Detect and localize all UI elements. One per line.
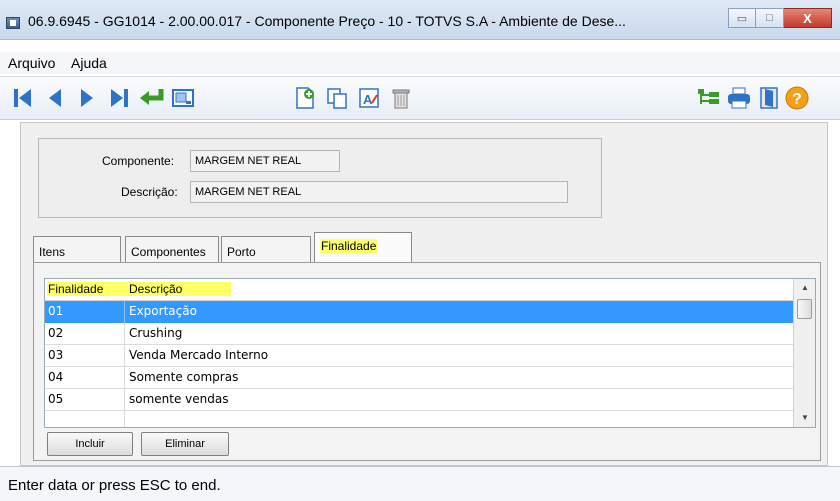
minimize-icon: ▭ — [736, 12, 748, 25]
menu-ajuda[interactable]: Ajuda — [71, 55, 107, 71]
search-button[interactable] — [168, 83, 198, 113]
copy-record-icon — [327, 88, 347, 109]
row-descricao: Crushing — [129, 326, 183, 340]
descricao-field[interactable]: MARGEM NET REAL — [190, 181, 568, 203]
tab-componentes[interactable]: Componentes — [125, 236, 219, 262]
column-header-descricao[interactable]: Descrição — [129, 282, 182, 296]
row-descricao: Somente compras — [129, 370, 239, 384]
tab-itens-label: Itens — [39, 245, 66, 259]
edit-record-button[interactable]: A — [354, 83, 384, 113]
tab-finalidade-label: Finalidade — [320, 239, 378, 253]
tree-navigator-button[interactable] — [694, 83, 724, 113]
finalidade-grid[interactable]: Finalidade Descrição 01 Exportação 02 Cr… — [44, 278, 816, 428]
first-record-icon — [14, 89, 31, 107]
previous-record-button[interactable] — [40, 83, 70, 113]
search-zoom-icon — [172, 89, 194, 107]
eliminar-button[interactable]: Eliminar — [141, 432, 229, 456]
table-row[interactable]: 04 Somente compras — [45, 367, 793, 389]
goto-enter-icon — [140, 89, 164, 105]
last-record-button[interactable] — [104, 83, 134, 113]
scroll-up-icon[interactable]: ▲ — [794, 279, 816, 297]
maximize-icon: □ — [766, 12, 773, 24]
window-title: 06.9.6945 - GG1014 - 2.00.00.017 - Compo… — [28, 13, 626, 29]
status-text: Enter data or press ESC to end. — [8, 477, 221, 494]
copy-record-button[interactable] — [322, 83, 352, 113]
tab-componentes-label: Componentes — [131, 245, 206, 259]
table-row[interactable]: 02 Crushing — [45, 323, 793, 345]
last-record-icon — [111, 89, 128, 107]
tab-itens[interactable]: Itens — [33, 236, 121, 262]
goto-button[interactable] — [136, 83, 166, 113]
row-finalidade: 01 — [48, 304, 64, 318]
window-title-bar[interactable]: 06.9.6945 - GG1014 - 2.00.00.017 - Compo… — [0, 0, 840, 40]
previous-record-icon — [49, 89, 61, 107]
delete-record-icon — [392, 89, 410, 109]
tree-navigator-icon — [698, 89, 719, 104]
close-button[interactable]: X — [784, 8, 832, 28]
tab-porto-label: Porto — [227, 245, 256, 259]
grid-vertical-scrollbar[interactable]: ▲ ▼ — [793, 279, 815, 427]
grid-header: Finalidade Descrição — [45, 279, 793, 301]
svg-text:?: ? — [792, 91, 802, 108]
delete-record-button[interactable] — [386, 83, 416, 113]
table-row[interactable]: 05 somente vendas — [45, 389, 793, 411]
descricao-label: Descrição: — [121, 185, 178, 199]
close-icon: X — [803, 10, 812, 26]
componente-field[interactable]: MARGEM NET REAL — [190, 150, 340, 172]
incluir-button[interactable]: Incluir — [47, 432, 133, 456]
print-button[interactable] — [724, 83, 754, 113]
print-icon — [728, 87, 750, 109]
next-record-button[interactable] — [72, 83, 102, 113]
edit-record-icon: A — [359, 88, 379, 108]
row-finalidade: 03 — [48, 348, 64, 362]
minimize-button[interactable]: ▭ — [728, 8, 756, 28]
exit-door-icon — [760, 87, 778, 109]
row-finalidade: 02 — [48, 326, 64, 340]
menu-arquivo[interactable]: Arquivo — [8, 55, 55, 71]
scroll-down-icon[interactable]: ▼ — [794, 409, 816, 427]
tab-porto[interactable]: Porto — [221, 236, 311, 262]
window-controls: ▭ □ X — [728, 8, 832, 28]
new-record-icon — [296, 87, 314, 109]
row-descricao: Exportação — [129, 304, 197, 318]
table-row[interactable]: 03 Venda Mercado Interno — [45, 345, 793, 367]
maximize-button[interactable]: □ — [756, 8, 784, 28]
tab-finalidade[interactable]: Finalidade — [314, 232, 412, 262]
row-descricao: somente vendas — [129, 392, 229, 406]
componente-label: Componente: — [102, 154, 175, 168]
svg-text:A: A — [363, 92, 373, 107]
help-button[interactable]: ? — [782, 83, 812, 113]
scroll-thumb[interactable] — [797, 299, 812, 319]
row-finalidade: 04 — [48, 370, 64, 384]
table-row-empty[interactable] — [45, 411, 793, 433]
table-row[interactable]: 01 Exportação — [45, 301, 793, 323]
help-icon: ? — [785, 86, 809, 110]
row-descricao: Venda Mercado Interno — [129, 348, 269, 362]
toolbar: A ? — [0, 76, 840, 120]
next-record-icon — [81, 89, 93, 107]
first-record-button[interactable] — [8, 83, 38, 113]
exit-button[interactable] — [754, 83, 784, 113]
row-finalidade: 05 — [48, 392, 64, 406]
new-record-button[interactable] — [290, 83, 320, 113]
status-bar: Enter data or press ESC to end. — [0, 466, 840, 501]
menu-bar: Arquivo Ajuda — [0, 52, 840, 74]
app-window-icon[interactable] — [6, 17, 20, 29]
